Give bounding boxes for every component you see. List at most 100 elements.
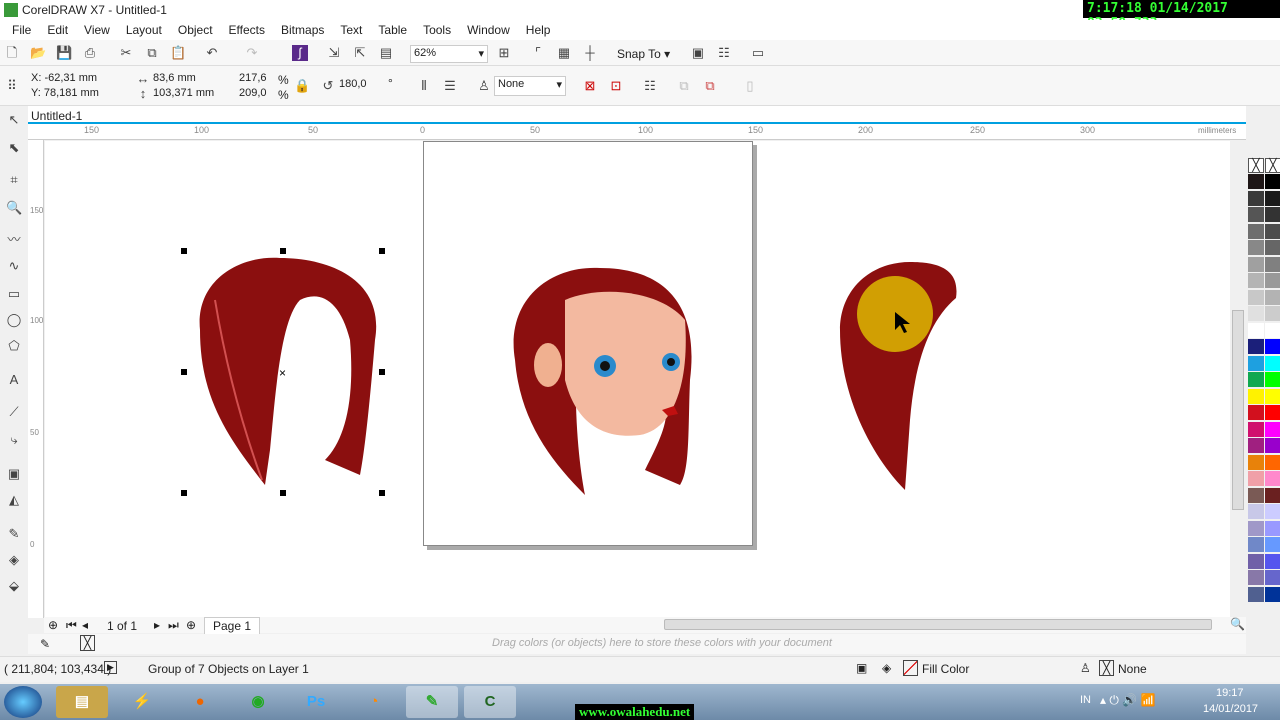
color-swatch[interactable]	[1248, 207, 1264, 222]
color-swatch[interactable]	[1248, 570, 1264, 585]
color-swatch[interactable]	[1265, 190, 1280, 206]
watermark: www.owalahedu.net	[575, 704, 695, 720]
explorer-icon[interactable]: ▤	[56, 686, 108, 718]
no-fill-swatch[interactable]: ╳	[1265, 158, 1280, 173]
tray-date: 14/01/2017	[1203, 703, 1259, 715]
blender-icon[interactable]: ◔	[348, 686, 400, 718]
color-swatch[interactable]	[1248, 438, 1264, 453]
color-swatch[interactable]	[1248, 586, 1264, 602]
color-swatch[interactable]	[1265, 240, 1280, 255]
page-count: 1 of 1	[107, 619, 138, 633]
color-swatch[interactable]	[1265, 256, 1280, 272]
selected-hair-group[interactable]	[199, 257, 377, 485]
color-swatch[interactable]	[1248, 306, 1264, 321]
color-swatch[interactable]	[1248, 471, 1264, 486]
firefox-icon[interactable]: ●	[174, 686, 226, 718]
no-fill-swatch[interactable]: ╳	[1248, 158, 1264, 173]
color-swatch[interactable]	[1265, 273, 1280, 288]
color-swatch[interactable]	[1265, 454, 1280, 470]
color-swatch[interactable]	[1248, 520, 1264, 536]
color-swatch[interactable]	[1265, 471, 1280, 486]
language-indicator[interactable]: IN	[1080, 694, 1091, 706]
next-page-icon[interactable]: ▸	[154, 618, 160, 632]
corel-capture-icon[interactable]: C	[464, 686, 516, 718]
color-swatch[interactable]	[1248, 421, 1264, 437]
vertical-scroll-thumb[interactable]	[1232, 310, 1244, 510]
fill-color-label: Fill Color	[922, 662, 970, 676]
horizontal-scrollbar[interactable]	[664, 619, 1212, 630]
fill-bucket-icon: ◈	[882, 661, 892, 675]
color-swatch[interactable]	[1248, 504, 1264, 519]
document-palette: ✎ ╳ Drag colors (or objects) here to sto…	[28, 634, 1246, 654]
color-swatch[interactable]	[1265, 421, 1280, 437]
artwork-layer: ×	[181, 248, 957, 496]
page-tab[interactable]: Page 1	[204, 617, 261, 635]
color-swatch[interactable]	[1265, 289, 1280, 305]
selection-info: Group of 7 Objects on Layer 1	[148, 662, 309, 676]
vertical-scrollbar[interactable]	[1230, 140, 1246, 616]
status-bar: ( 211,804; 103,434 ) ▶ Group of 7 Object…	[0, 656, 1280, 682]
color-swatch[interactable]	[1265, 537, 1280, 552]
color-swatch[interactable]	[1265, 504, 1280, 519]
color-swatch[interactable]	[1248, 240, 1264, 255]
color-swatch[interactable]	[1265, 520, 1280, 536]
color-swatch[interactable]	[1265, 586, 1280, 602]
color-swatch[interactable]	[1265, 174, 1280, 189]
document-palette-hint: Drag colors (or objects) here to store t…	[492, 637, 832, 649]
cursor-coordinates: ( 211,804; 103,434 )	[4, 662, 112, 676]
color-swatch[interactable]	[1248, 355, 1264, 371]
color-swatch[interactable]	[1248, 273, 1264, 288]
color-swatch[interactable]	[1248, 372, 1264, 387]
page-navigator: ⊕ ⏮ ◂ 1 of 1 ▸ ⏭ ⊕ Page 1 🔍	[44, 617, 1246, 635]
color-swatch[interactable]	[1248, 256, 1264, 272]
color-swatch[interactable]	[1248, 553, 1264, 569]
palette-eyedropper-icon[interactable]: ✎	[40, 637, 50, 651]
no-color-swatch[interactable]: ╳	[80, 635, 95, 651]
color-swatch[interactable]	[1248, 487, 1264, 503]
color-swatch[interactable]	[1265, 553, 1280, 569]
color-swatch[interactable]	[1265, 339, 1280, 354]
color-swatch[interactable]	[1248, 405, 1264, 420]
start-button[interactable]	[4, 686, 42, 718]
outline-pen-icon: ♙	[1080, 661, 1091, 675]
color-swatch[interactable]	[1265, 570, 1280, 585]
color-swatch[interactable]	[1265, 306, 1280, 321]
color-swatch[interactable]	[1248, 537, 1264, 552]
color-proof-icon[interactable]: ▣	[856, 661, 867, 675]
coreldraw-task-icon[interactable]: ✎	[406, 686, 458, 718]
prev-page-icon[interactable]: ◂	[82, 618, 88, 632]
color-swatch[interactable]	[1265, 388, 1280, 404]
side-hair-piece[interactable]	[840, 262, 957, 490]
chrome-icon[interactable]: ◉	[232, 686, 284, 718]
add-page-icon[interactable]: ⊕	[48, 618, 58, 632]
color-swatch[interactable]	[1248, 454, 1264, 470]
color-swatch[interactable]	[1248, 322, 1264, 338]
first-page-icon[interactable]: ⏮	[66, 618, 77, 633]
color-swatch[interactable]	[1248, 388, 1264, 404]
taskbar: ▤ ⚡ ● ◉ Ps ◔ ✎ C www.owalahedu.net IN ▴ …	[0, 684, 1280, 720]
play-icon[interactable]: ▶	[104, 661, 117, 674]
color-swatch[interactable]	[1265, 223, 1280, 239]
color-swatch[interactable]	[1248, 339, 1264, 354]
zoom-navigator-icon[interactable]: 🔍	[1230, 617, 1245, 631]
last-page-icon[interactable]: ⏭	[168, 618, 179, 633]
tray-icons[interactable]: ▴ ⏻ 🔊 📶	[1100, 693, 1155, 708]
color-swatch[interactable]	[1265, 438, 1280, 453]
outline-swatch[interactable]: ╳	[1099, 660, 1114, 676]
svg-text:×: ×	[279, 366, 286, 380]
color-swatch[interactable]	[1248, 289, 1264, 305]
color-swatch[interactable]	[1248, 190, 1264, 206]
color-palette: ╳ ╳	[1246, 156, 1280, 616]
photoshop-icon[interactable]: Ps	[290, 686, 342, 718]
color-swatch[interactable]	[1265, 487, 1280, 503]
winamp-icon[interactable]: ⚡	[116, 686, 168, 718]
fill-swatch[interactable]	[903, 660, 918, 676]
color-swatch[interactable]	[1248, 223, 1264, 239]
color-swatch[interactable]	[1265, 372, 1280, 387]
add-page-after-icon[interactable]: ⊕	[186, 618, 196, 632]
color-swatch[interactable]	[1265, 322, 1280, 338]
color-swatch[interactable]	[1265, 355, 1280, 371]
color-swatch[interactable]	[1248, 174, 1264, 189]
color-swatch[interactable]	[1265, 207, 1280, 222]
color-swatch[interactable]	[1265, 405, 1280, 420]
